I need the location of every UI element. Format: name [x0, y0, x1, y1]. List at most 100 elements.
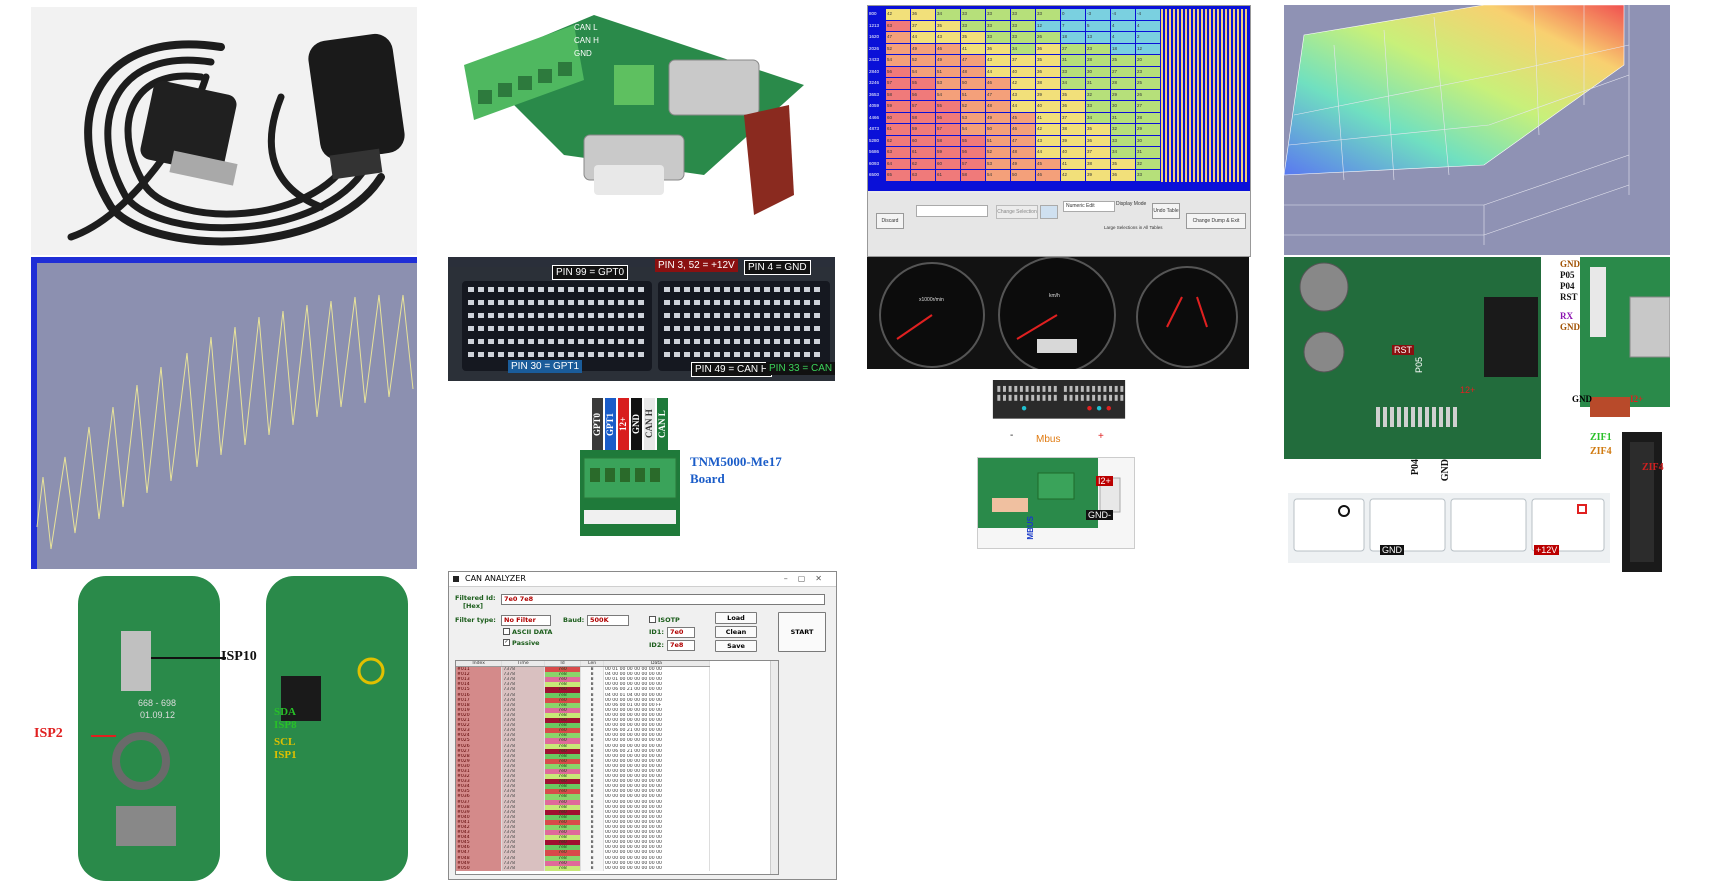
- map-cell[interactable]: 48: [986, 101, 1010, 112]
- map-cell[interactable]: 63: [886, 20, 910, 31]
- map-cell[interactable]: 35: [961, 32, 985, 43]
- map-cell[interactable]: 26: [1136, 89, 1160, 100]
- map-cell[interactable]: 51: [961, 89, 985, 100]
- map-cell[interactable]: 4: [1136, 20, 1160, 31]
- map-cell[interactable]: 51: [986, 135, 1010, 146]
- map-cell[interactable]: 51: [936, 66, 960, 77]
- map-cell[interactable]: 2: [1136, 32, 1160, 43]
- undo-table-button[interactable]: Undo Table: [1152, 203, 1180, 219]
- map-cell[interactable]: 33: [1011, 20, 1035, 31]
- map-cell[interactable]: 54: [986, 170, 1010, 181]
- map-cell[interactable]: 30: [1136, 135, 1160, 146]
- map-cell[interactable]: 53: [986, 158, 1010, 169]
- map-cell[interactable]: 35: [936, 20, 960, 31]
- map-cell[interactable]: 43: [1036, 135, 1060, 146]
- map-cell[interactable]: 33: [1011, 32, 1035, 43]
- map-cell[interactable]: 58: [886, 89, 910, 100]
- map-cell[interactable]: 63: [886, 147, 910, 158]
- map-cell[interactable]: -4: [1136, 9, 1160, 20]
- map-cell[interactable]: 47: [961, 55, 985, 66]
- map-cell[interactable]: 57: [911, 101, 935, 112]
- map-cell[interactable]: 41: [1061, 158, 1085, 169]
- passive-checkbox[interactable]: ✓: [503, 639, 510, 646]
- map-cell[interactable]: 33: [986, 9, 1010, 20]
- map-cell[interactable]: 31: [1111, 112, 1135, 123]
- map-cell[interactable]: 33: [1111, 135, 1135, 146]
- filtered-id-input[interactable]: 7e0 7e8: [501, 594, 825, 605]
- map-cell[interactable]: 34: [1086, 112, 1110, 123]
- map-cell[interactable]: 33: [1061, 66, 1085, 77]
- map-cell[interactable]: 37: [1061, 112, 1085, 123]
- map-cell[interactable]: 37: [911, 20, 935, 31]
- map-cell[interactable]: 33: [1036, 9, 1060, 20]
- change-dump-button[interactable]: Change Dump & Exit: [1186, 213, 1246, 229]
- map-cell[interactable]: 57: [936, 124, 960, 135]
- map-cell[interactable]: 46: [1036, 170, 1060, 181]
- map-cell[interactable]: 29: [1111, 89, 1135, 100]
- map-cell[interactable]: 46: [936, 43, 960, 54]
- map-cell[interactable]: 49: [1011, 158, 1035, 169]
- map-cell[interactable]: 28: [1086, 55, 1110, 66]
- map-cell[interactable]: 57: [961, 158, 985, 169]
- map-cell[interactable]: 43: [936, 32, 960, 43]
- map-cell[interactable]: 44: [1036, 147, 1060, 158]
- map-cell[interactable]: 35: [1111, 158, 1135, 169]
- map-cell[interactable]: 59: [886, 101, 910, 112]
- map-cell[interactable]: 59: [911, 124, 935, 135]
- map-cell[interactable]: 36: [1036, 43, 1060, 54]
- map-cell[interactable]: 61: [936, 170, 960, 181]
- map-cell[interactable]: 7: [1061, 20, 1085, 31]
- map-cell[interactable]: 39: [1036, 89, 1060, 100]
- map-cell[interactable]: 58: [961, 170, 985, 181]
- map-cell[interactable]: 46: [986, 78, 1010, 89]
- map-cell[interactable]: 54: [886, 55, 910, 66]
- map-cell[interactable]: 33: [961, 9, 985, 20]
- map-cell[interactable]: 59: [936, 147, 960, 158]
- map-cell[interactable]: 32: [1111, 124, 1135, 135]
- window-controls[interactable]: –▢✕: [784, 572, 832, 586]
- map-cell[interactable]: 38: [1036, 78, 1060, 89]
- map-cell[interactable]: 55: [911, 78, 935, 89]
- map-cell[interactable]: 65: [886, 170, 910, 181]
- map-cell[interactable]: 25: [1136, 78, 1160, 89]
- map-cell[interactable]: 12: [1136, 43, 1160, 54]
- map-cell[interactable]: 41: [961, 43, 985, 54]
- map-cell[interactable]: 62: [886, 135, 910, 146]
- map-cell[interactable]: 39: [1086, 170, 1110, 181]
- map-cell[interactable]: 57: [886, 78, 910, 89]
- map-cell[interactable]: 0: [1061, 9, 1085, 20]
- map-cell[interactable]: 55: [936, 101, 960, 112]
- map-cell[interactable]: 44: [1011, 101, 1035, 112]
- map-cell[interactable]: 52: [986, 147, 1010, 158]
- map-cell[interactable]: 38: [1086, 158, 1110, 169]
- map-cell[interactable]: 41: [1036, 112, 1060, 123]
- map-cell[interactable]: 49: [936, 55, 960, 66]
- map-cell[interactable]: 60: [911, 135, 935, 146]
- isotp-checkbox[interactable]: [649, 616, 656, 623]
- map-cell[interactable]: 36: [986, 43, 1010, 54]
- map-cell[interactable]: 39: [1061, 135, 1085, 146]
- edit-mode-select[interactable]: Numeric Edit: [1063, 201, 1115, 212]
- save-button[interactable]: Save: [715, 640, 757, 652]
- map-cell[interactable]: 54: [936, 89, 960, 100]
- map-cell[interactable]: 52: [911, 55, 935, 66]
- map-cell[interactable]: 37: [1011, 55, 1035, 66]
- map-cell[interactable]: 43: [1011, 89, 1035, 100]
- map-cell[interactable]: 36: [1061, 101, 1085, 112]
- map-cell[interactable]: 42: [1061, 170, 1085, 181]
- map-cell[interactable]: 33: [1011, 9, 1035, 20]
- map-cell[interactable]: 27: [1061, 43, 1085, 54]
- map-cell[interactable]: 36: [1086, 135, 1110, 146]
- map-cell[interactable]: 29: [1136, 124, 1160, 135]
- map-cell[interactable]: 63: [911, 170, 935, 181]
- map-cell[interactable]: 28: [1111, 78, 1135, 89]
- load-button[interactable]: Load: [715, 612, 757, 624]
- map-cell[interactable]: 5: [1086, 20, 1110, 31]
- map-cell[interactable]: 4: [1111, 20, 1135, 31]
- vertical-scrollbar[interactable]: [770, 661, 778, 874]
- id2-input[interactable]: 7e8: [667, 640, 695, 651]
- map-cell[interactable]: 52: [961, 101, 985, 112]
- map-cell[interactable]: 40: [1011, 66, 1035, 77]
- map-cell[interactable]: 62: [911, 158, 935, 169]
- map-cell[interactable]: 40: [1061, 147, 1085, 158]
